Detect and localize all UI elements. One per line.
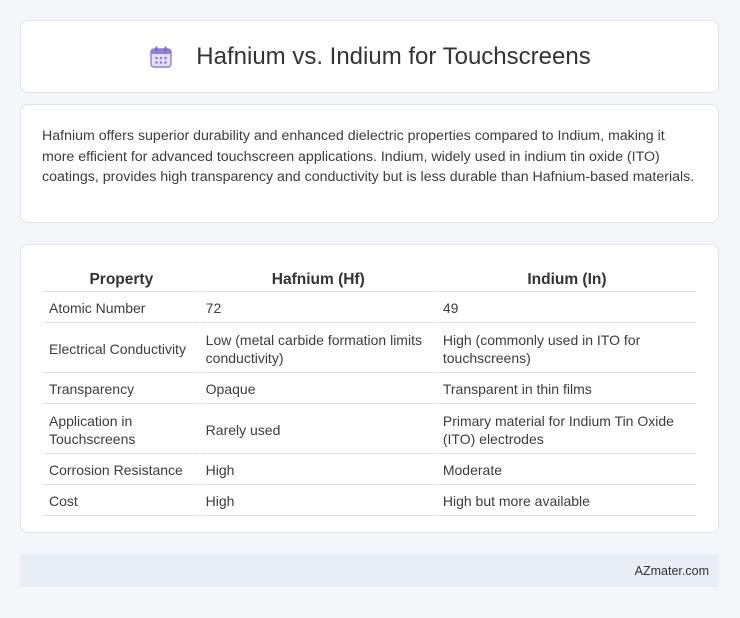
hafnium-cell: 72 [200,294,436,323]
comparison-table: Property Hafnium (Hf) Indium (In) Atomic… [42,264,698,518]
column-header-property: Property [44,266,199,292]
table-row: Atomic Number 72 49 [44,294,696,323]
property-cell: Transparency [44,375,199,404]
title-card: Hafnium vs. Indium for Touchscreens [20,20,719,93]
property-cell: Atomic Number [44,294,199,323]
indium-cell: High (commonly used in ITO for touchscre… [437,325,696,373]
summary-card: Hafnium offers superior durability and e… [20,104,719,223]
property-cell: Corrosion Resistance [44,456,199,485]
indium-cell: Primary material for Indium Tin Oxide (I… [437,406,696,454]
column-header-indium: Indium (In) [437,266,696,292]
property-cell: Cost [44,487,199,516]
footer: AZmater.com [20,554,719,587]
table-row: Cost High High but more available [44,487,696,516]
summary-text: Hafnium offers superior durability and e… [42,128,695,185]
table-row: Application in Touchscreens Rarely used … [44,406,696,454]
property-cell: Application in Touchscreens [44,406,199,454]
footer-site-link[interactable]: AZmater.com [635,564,709,578]
hafnium-cell: Opaque [200,375,436,404]
hafnium-cell: High [200,456,436,485]
calendar-icon [148,44,174,70]
table-row: Corrosion Resistance High Moderate [44,456,696,485]
column-header-hafnium: Hafnium (Hf) [200,266,436,292]
hafnium-cell: Rarely used [200,406,436,454]
indium-cell: High but more available [437,487,696,516]
property-cell: Electrical Conductivity [44,325,199,373]
table-card: Property Hafnium (Hf) Indium (In) Atomic… [20,244,719,533]
page: Hafnium vs. Indium for Touchscreens Hafn… [0,0,740,618]
hafnium-cell: High [200,487,436,516]
page-title: Hafnium vs. Indium for Touchscreens [196,42,591,70]
table-row: Transparency Opaque Transparent in thin … [44,375,696,404]
indium-cell: Transparent in thin films [437,375,696,404]
table-header-row: Property Hafnium (Hf) Indium (In) [44,266,696,292]
indium-cell: Moderate [437,456,696,485]
table-row: Electrical Conductivity Low (metal carbi… [44,325,696,373]
hafnium-cell: Low (metal carbide formation limits cond… [200,325,436,373]
indium-cell: 49 [437,294,696,323]
